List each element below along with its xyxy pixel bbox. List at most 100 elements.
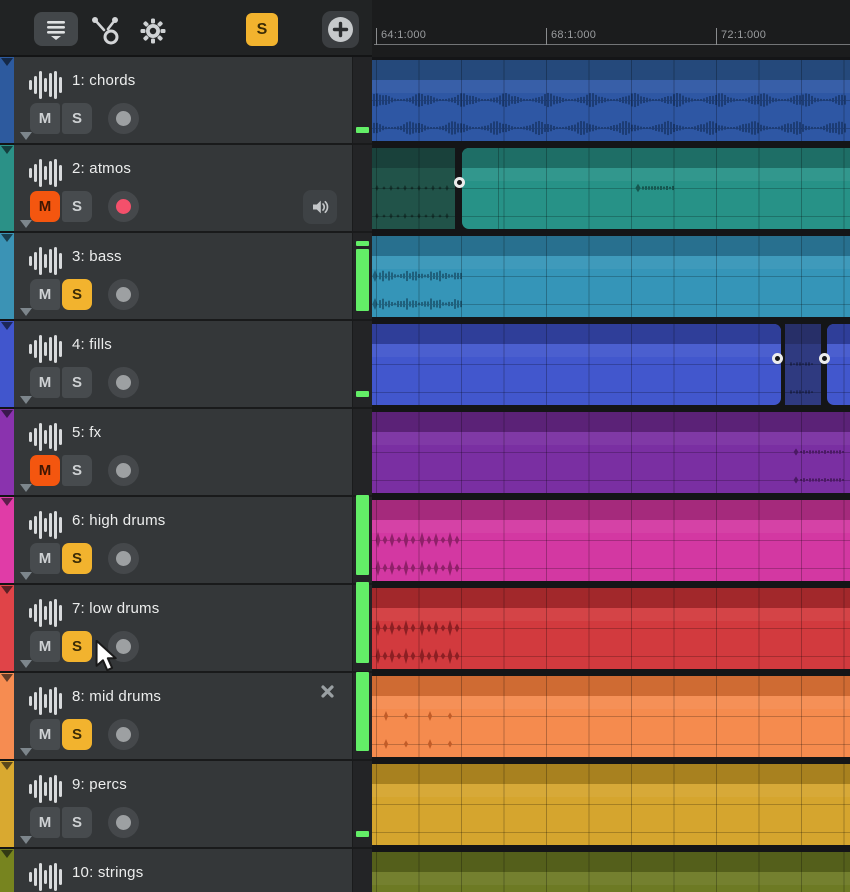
- solo-button[interactable]: S: [62, 543, 92, 574]
- track-color-strip[interactable]: [0, 57, 14, 145]
- solo-button[interactable]: S: [62, 455, 92, 486]
- arranger-lane[interactable]: [372, 233, 850, 321]
- track-name-label: 2: atmos: [72, 160, 131, 177]
- track-header[interactable]: 7: low drums M S: [14, 585, 352, 673]
- record-arm-button[interactable]: [108, 367, 139, 398]
- fade-in-handle[interactable]: [819, 353, 830, 364]
- expand-triangle-icon[interactable]: [20, 484, 32, 492]
- record-arm-button[interactable]: [108, 543, 139, 574]
- record-arm-button[interactable]: [108, 103, 139, 134]
- solo-button[interactable]: S: [62, 191, 92, 222]
- mute-button[interactable]: M: [30, 543, 60, 574]
- audio-clip[interactable]: [372, 500, 850, 581]
- record-arm-button[interactable]: [108, 807, 139, 838]
- track-header[interactable]: 5: fx M S: [14, 409, 352, 497]
- meter-level-bar: [356, 672, 369, 751]
- audio-clip[interactable]: [372, 852, 850, 892]
- mute-button[interactable]: M: [30, 455, 60, 486]
- arranger-lane[interactable]: [372, 497, 850, 585]
- solo-button[interactable]: S: [62, 807, 92, 838]
- solo-button[interactable]: S: [62, 631, 92, 662]
- record-arm-button[interactable]: [108, 455, 139, 486]
- track-color-strip[interactable]: [0, 673, 14, 761]
- level-meter: [352, 233, 372, 321]
- track-header[interactable]: 8: mid drums M S: [14, 673, 352, 761]
- monitor-speaker-button[interactable]: [303, 190, 337, 224]
- audio-clip[interactable]: [372, 588, 850, 669]
- audio-clip[interactable]: [372, 676, 850, 757]
- mute-button[interactable]: M: [30, 719, 60, 750]
- global-solo-button[interactable]: S: [246, 13, 278, 46]
- mute-button[interactable]: M: [30, 103, 60, 134]
- track-header[interactable]: 4: fills M S: [14, 321, 352, 409]
- track-header[interactable]: 10: strings M S: [14, 849, 352, 892]
- add-track-button[interactable]: [322, 11, 359, 48]
- track-color-strip[interactable]: [0, 233, 14, 321]
- expand-triangle-icon[interactable]: [20, 660, 32, 668]
- fade-out-handle[interactable]: [772, 353, 783, 364]
- audio-clip[interactable]: [372, 764, 850, 845]
- track-header[interactable]: 6: high drums M S: [14, 497, 352, 585]
- collapse-triangle-icon: [1, 586, 13, 594]
- record-arm-button[interactable]: [108, 631, 139, 662]
- track-color-strip[interactable]: [0, 409, 14, 497]
- expand-triangle-icon[interactable]: [20, 572, 32, 580]
- solo-button[interactable]: S: [62, 367, 92, 398]
- solo-button[interactable]: S: [62, 279, 92, 310]
- mute-button[interactable]: M: [30, 191, 60, 222]
- audio-clip[interactable]: [827, 324, 850, 405]
- arranger-lane[interactable]: [372, 57, 850, 145]
- arranger-lane[interactable]: [372, 673, 850, 761]
- audio-clip[interactable]: [372, 60, 850, 141]
- arranger-lane[interactable]: [372, 145, 850, 233]
- audio-clip[interactable]: [785, 324, 821, 405]
- track-color-strip[interactable]: [0, 145, 14, 233]
- expand-triangle-icon[interactable]: [20, 308, 32, 316]
- audio-track-icon: [29, 774, 62, 804]
- settings-gear-icon[interactable]: [138, 16, 168, 46]
- audio-clip[interactable]: [372, 324, 781, 405]
- routing-icon[interactable]: [86, 13, 126, 47]
- record-arm-button[interactable]: [108, 719, 139, 750]
- solo-button[interactable]: S: [62, 719, 92, 750]
- expand-triangle-icon[interactable]: [20, 132, 32, 140]
- track-color-strip[interactable]: [0, 585, 14, 673]
- arranger-lane[interactable]: [372, 849, 850, 892]
- expand-triangle-icon[interactable]: [20, 748, 32, 756]
- track-header[interactable]: 1: chords M S: [14, 57, 352, 145]
- record-arm-button[interactable]: [108, 191, 139, 222]
- audio-clip[interactable]: [372, 412, 850, 493]
- record-arm-button[interactable]: [108, 279, 139, 310]
- track-header[interactable]: 9: percs M S: [14, 761, 352, 849]
- timeline-ruler[interactable]: 64:1:00068:1:00072:1:000: [372, 0, 850, 57]
- audio-clip[interactable]: [462, 148, 850, 229]
- track-color-strip[interactable]: [0, 321, 14, 409]
- solo-button[interactable]: S: [62, 103, 92, 134]
- audio-clip[interactable]: [372, 148, 455, 229]
- close-icon[interactable]: [320, 684, 335, 704]
- mute-button[interactable]: M: [30, 367, 60, 398]
- arranger-lane[interactable]: [372, 585, 850, 673]
- expand-triangle-icon[interactable]: [20, 220, 32, 228]
- track-header[interactable]: 2: atmos M S: [14, 145, 352, 233]
- audio-clip[interactable]: [372, 236, 850, 317]
- mute-button[interactable]: M: [30, 631, 60, 662]
- track-filter-button[interactable]: [34, 12, 78, 46]
- track-color-strip[interactable]: [0, 849, 14, 892]
- mute-button[interactable]: M: [30, 807, 60, 838]
- track-color-strip[interactable]: [0, 761, 14, 849]
- arranger-lane[interactable]: [372, 761, 850, 849]
- collapse-triangle-icon: [1, 762, 13, 770]
- meter-peak-cap: [356, 241, 369, 246]
- bar-gridlines: [372, 852, 850, 892]
- track-header[interactable]: 3: bass M S: [14, 233, 352, 321]
- track-color-strip[interactable]: [0, 497, 14, 585]
- expand-triangle-icon[interactable]: [20, 396, 32, 404]
- record-dot-icon: [116, 815, 131, 830]
- audio-track-icon: [29, 158, 62, 188]
- fade-in-handle[interactable]: [454, 177, 465, 188]
- arranger-lane[interactable]: [372, 321, 850, 409]
- mute-button[interactable]: M: [30, 279, 60, 310]
- expand-triangle-icon[interactable]: [20, 836, 32, 844]
- arranger-lane[interactable]: [372, 409, 850, 497]
